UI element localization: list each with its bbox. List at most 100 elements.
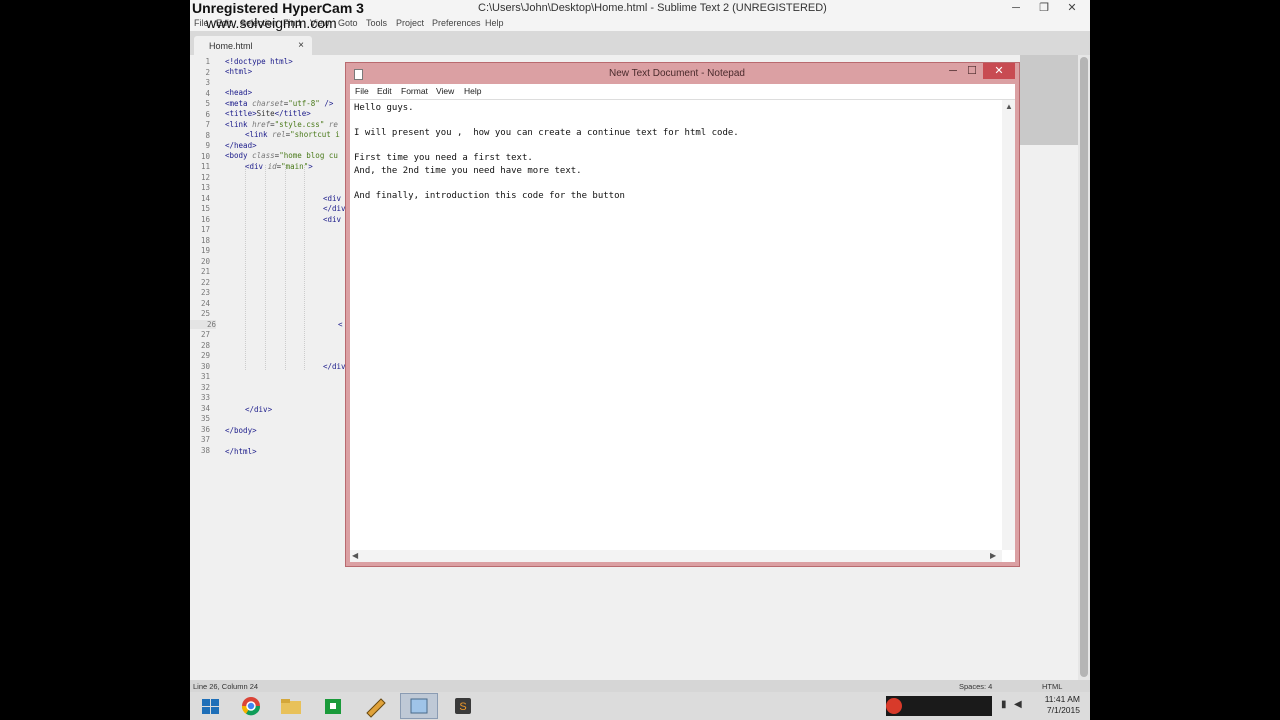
code-line: <link href="style.css" re — [225, 120, 338, 129]
chrome-icon[interactable] — [232, 693, 270, 719]
line-number: 30 — [200, 361, 210, 371]
line-number: 22 — [200, 277, 210, 287]
line-number: 24 — [200, 298, 210, 308]
text-line: And, the 2nd time you need have more tex… — [354, 166, 582, 176]
indent-guide — [265, 165, 266, 370]
minimap[interactable] — [1020, 55, 1078, 145]
minimize-button[interactable]: ─ — [1002, 0, 1030, 17]
code-line: <html> — [225, 67, 253, 76]
file-explorer-icon[interactable] — [272, 693, 310, 719]
code-line: <div — [323, 215, 342, 224]
line-number: 11 — [200, 162, 210, 171]
code-line: </div — [323, 362, 346, 371]
np-menu-edit[interactable]: Edit — [377, 86, 392, 96]
line-number: 19 — [200, 246, 210, 255]
notepad-close-button[interactable]: ✕ — [983, 63, 1015, 79]
notepad-horizontal-scrollbar[interactable]: ◀ ▶ — [350, 550, 1002, 562]
notepad-menu-bar: File Edit Format View Help — [350, 84, 1015, 99]
code-line: <title>Site</title> — [225, 109, 311, 118]
line-number: 38 — [200, 445, 210, 455]
store-icon[interactable] — [314, 693, 352, 719]
network-icon[interactable]: ▮ — [1001, 699, 1007, 710]
code-line: </head> — [225, 141, 257, 150]
line-number: 35 — [200, 414, 210, 423]
code-line: <!doctype html> — [225, 57, 293, 66]
taskbar: S ▮ ◀ 11:41 AM 7/1/2015 — [190, 692, 1090, 720]
line-number: 9 — [205, 141, 210, 150]
line-number: 13 — [200, 183, 210, 192]
hypercam-watermark: Unregistered HyperCam 3 — [192, 0, 364, 16]
volume-icon[interactable]: ◀ — [1014, 699, 1022, 710]
line-number: 8 — [205, 130, 210, 140]
sublime-taskbar-icon[interactable]: S — [444, 693, 482, 719]
line-number: 5 — [205, 99, 210, 108]
scrollbar-thumb[interactable] — [1080, 57, 1088, 677]
notepad-icon — [354, 69, 363, 80]
menu-project[interactable]: Project — [396, 18, 424, 28]
start-button[interactable] — [192, 693, 230, 719]
np-menu-file[interactable]: File — [355, 86, 369, 96]
indentation-setting[interactable]: Spaces: 4 — [959, 682, 992, 691]
line-number: 1 — [205, 57, 210, 66]
line-number: 3 — [205, 78, 210, 87]
line-number: 4 — [205, 88, 210, 98]
notepad-window: New Text Document - Notepad ─ ☐ ✕ File E… — [345, 62, 1020, 567]
code-line: </div — [323, 204, 346, 213]
vertical-scrollbar[interactable] — [1078, 55, 1090, 680]
np-menu-help[interactable]: Help — [464, 86, 481, 96]
line-number: 12 — [200, 172, 210, 182]
hypercam-watermark-url: www.solveigmm.com — [206, 15, 337, 31]
menu-goto[interactable]: Goto — [338, 18, 358, 28]
app-icon[interactable] — [357, 693, 395, 719]
record-icon[interactable] — [886, 698, 902, 714]
notepad-taskbar-icon[interactable] — [400, 693, 438, 719]
notepad-vertical-scrollbar[interactable]: ▲ — [1002, 100, 1015, 550]
line-number: 32 — [200, 382, 210, 392]
sublime-tab-bar: Home.html × — [190, 31, 1090, 55]
code-line: </html> — [225, 447, 257, 456]
clock-time: 11:41 AM — [1044, 694, 1080, 704]
clock-date: 7/1/2015 — [1046, 705, 1080, 715]
line-number: 34 — [200, 403, 210, 413]
text-line: Hello guys. — [354, 103, 414, 113]
line-number: 29 — [200, 351, 210, 360]
line-number: 23 — [200, 288, 210, 297]
notepad-text-area[interactable]: Hello guys. I will present you , how you… — [350, 99, 1015, 562]
line-number: 18 — [200, 235, 210, 245]
line-number: 6 — [205, 109, 210, 119]
menu-preferences[interactable]: Preferences — [432, 18, 481, 28]
clock[interactable]: 11:41 AM 7/1/2015 — [1030, 694, 1080, 716]
indent-guide — [285, 165, 286, 370]
tab-home-html[interactable]: Home.html × — [194, 36, 312, 55]
sublime-window-title: C:\Users\John\Desktop\Home.html - Sublim… — [478, 2, 827, 14]
line-number: 36 — [200, 424, 210, 434]
notepad-maximize-button[interactable]: ☐ — [963, 63, 981, 79]
scroll-right-icon[interactable]: ▶ — [990, 551, 996, 560]
code-line: <div — [323, 194, 342, 203]
cursor-position: Line 26, Column 24 — [193, 682, 259, 691]
line-number: 20 — [200, 256, 210, 266]
menu-help[interactable]: Help — [485, 18, 504, 28]
line-number: 16 — [200, 214, 210, 224]
tab-close-icon[interactable]: × — [298, 40, 304, 51]
text-line: First time you need a first text. — [354, 153, 533, 163]
line-number: 2 — [205, 67, 210, 77]
code-line: <link rel="shortcut i — [245, 130, 340, 139]
np-menu-format[interactable]: Format — [401, 86, 428, 96]
code-line: <div id="main"> — [245, 162, 313, 171]
line-number-gutter: 1 2 3 4 5 6 7 8 9 10 11 12 13 14 15 16 17 18 19 20 21 22 23 24 2… — [190, 55, 216, 680]
line-number: 17 — [200, 225, 210, 234]
notepad-minimize-button[interactable]: ─ — [944, 63, 962, 79]
menu-tools[interactable]: Tools — [366, 18, 387, 28]
syntax-setting[interactable]: HTML — [1042, 682, 1062, 691]
scroll-left-icon[interactable]: ◀ — [352, 551, 358, 560]
indent-guide — [245, 165, 246, 370]
close-button[interactable]: ✕ — [1058, 0, 1086, 17]
np-menu-view[interactable]: View — [436, 86, 454, 96]
line-number: 7 — [205, 120, 210, 129]
desktop-screen: C:\Users\John\Desktop\Home.html - Sublim… — [190, 0, 1090, 720]
maximize-button[interactable]: ❐ — [1030, 0, 1058, 17]
notepad-title-bar: New Text Document - Notepad ─ ☐ ✕ — [346, 63, 1019, 84]
code-line: </div> — [245, 405, 273, 414]
scroll-up-icon[interactable]: ▲ — [1005, 102, 1013, 111]
